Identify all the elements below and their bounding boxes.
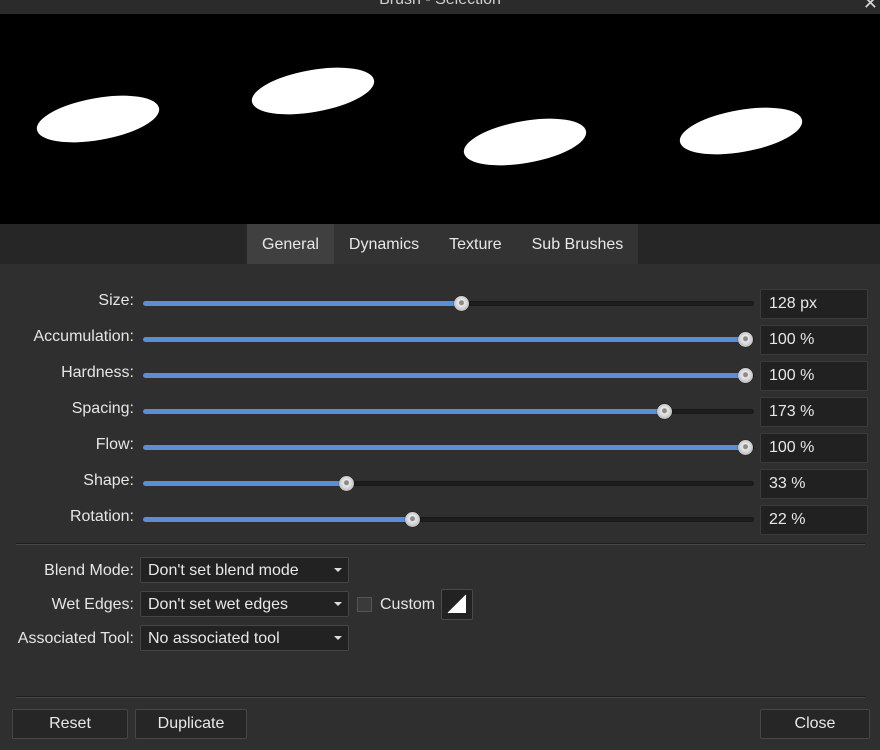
- slider-handle[interactable]: [405, 512, 421, 527]
- shape-row: Shape: 33 %: [0, 468, 880, 499]
- spacing-value-field[interactable]: 173 %: [760, 397, 868, 427]
- reset-button[interactable]: Reset: [12, 709, 128, 739]
- slider-fill: [143, 373, 745, 378]
- custom-curve-button[interactable]: [441, 589, 473, 620]
- chevron-down-icon: [334, 636, 342, 640]
- accumulation-slider[interactable]: [143, 332, 754, 347]
- flow-label: Flow:: [95, 436, 134, 453]
- blend-mode-label: Blend Mode:: [44, 562, 134, 579]
- slider-handle[interactable]: [453, 296, 469, 311]
- custom-checkbox[interactable]: [357, 597, 372, 612]
- associated-tool-row: Associated Tool: No associated tool: [0, 625, 880, 653]
- size-label: Size:: [98, 292, 134, 309]
- close-button[interactable]: Close: [760, 709, 870, 739]
- associated-tool-dropdown[interactable]: No associated tool: [140, 625, 349, 651]
- wet-edges-row: Wet Edges: Don't set wet edges Custom: [0, 589, 880, 620]
- window-title: Brush - Selection: [0, 0, 880, 9]
- preview-dab: [679, 107, 803, 155]
- slider-fill: [143, 445, 745, 450]
- slider-fill: [143, 409, 665, 414]
- duplicate-button[interactable]: Duplicate: [135, 709, 247, 739]
- slider-handle[interactable]: [657, 404, 673, 419]
- title-bar: Brush - Selection ✕: [0, 0, 880, 14]
- rotation-slider[interactable]: [143, 512, 754, 527]
- rotation-label: Rotation:: [69, 508, 134, 525]
- shape-label: Shape:: [83, 472, 134, 489]
- preview-dab: [463, 118, 587, 166]
- tab-strip: General Dynamics Texture Sub Brushes: [247, 224, 639, 264]
- preview-dab: [251, 67, 375, 115]
- footer-divider: [16, 696, 865, 698]
- slider-handle[interactable]: [737, 440, 753, 455]
- flow-value-field[interactable]: 100 %: [760, 433, 868, 463]
- spacing-label: Spacing:: [71, 400, 134, 417]
- accumulation-row: Accumulation: 100 %: [0, 324, 880, 355]
- close-icon[interactable]: ✕: [863, 0, 878, 14]
- hardness-label: Hardness:: [61, 364, 134, 381]
- section-divider: [16, 543, 865, 545]
- tab-texture[interactable]: Texture: [434, 224, 516, 264]
- spacing-slider[interactable]: [143, 404, 754, 419]
- hardness-row: Hardness: 100 %: [0, 360, 880, 391]
- shape-value-field[interactable]: 33 %: [760, 469, 868, 499]
- chevron-down-icon: [334, 568, 342, 572]
- slider-fill: [143, 517, 413, 522]
- slider-fill: [143, 301, 461, 306]
- slider-handle[interactable]: [339, 476, 355, 491]
- slider-handle[interactable]: [737, 368, 753, 383]
- brush-preview: [0, 14, 880, 224]
- associated-tool-value: No associated tool: [148, 630, 280, 647]
- size-value-field[interactable]: 128 px: [760, 289, 868, 319]
- flow-slider[interactable]: [143, 440, 754, 455]
- tab-sub-brushes[interactable]: Sub Brushes: [517, 224, 639, 264]
- hardness-value-field[interactable]: 100 %: [760, 361, 868, 391]
- slider-fill: [143, 481, 347, 486]
- accumulation-label: Accumulation:: [33, 328, 135, 345]
- accumulation-value-field[interactable]: 100 %: [760, 325, 868, 355]
- rotation-value-field[interactable]: 22 %: [760, 505, 868, 535]
- shape-slider[interactable]: [143, 476, 754, 491]
- spacing-row: Spacing: 173 %: [0, 396, 880, 427]
- size-row: Size: 128 px: [0, 288, 880, 319]
- wet-edges-curve-icon: [447, 594, 467, 614]
- associated-tool-label: Associated Tool:: [17, 630, 134, 647]
- flow-row: Flow: 100 %: [0, 432, 880, 463]
- blend-mode-value: Don't set blend mode: [148, 562, 299, 579]
- tab-bar: General Dynamics Texture Sub Brushes: [0, 224, 880, 264]
- wet-edges-label: Wet Edges:: [51, 596, 134, 613]
- blend-mode-dropdown[interactable]: Don't set blend mode: [140, 557, 349, 583]
- custom-label: Custom: [380, 596, 436, 613]
- tab-dynamics[interactable]: Dynamics: [334, 224, 434, 264]
- preview-dab: [36, 95, 160, 143]
- chevron-down-icon: [334, 602, 342, 606]
- slider-handle[interactable]: [737, 332, 753, 347]
- hardness-slider[interactable]: [143, 368, 754, 383]
- wet-edges-value: Don't set wet edges: [148, 596, 289, 613]
- tab-general[interactable]: General: [247, 224, 334, 264]
- rotation-row: Rotation: 22 %: [0, 504, 880, 535]
- slider-fill: [143, 337, 745, 342]
- blend-mode-row: Blend Mode: Don't set blend mode: [0, 557, 880, 585]
- brush-stroke-preview: [36, 67, 803, 166]
- size-slider[interactable]: [143, 296, 754, 311]
- wet-edges-dropdown[interactable]: Don't set wet edges: [140, 591, 349, 617]
